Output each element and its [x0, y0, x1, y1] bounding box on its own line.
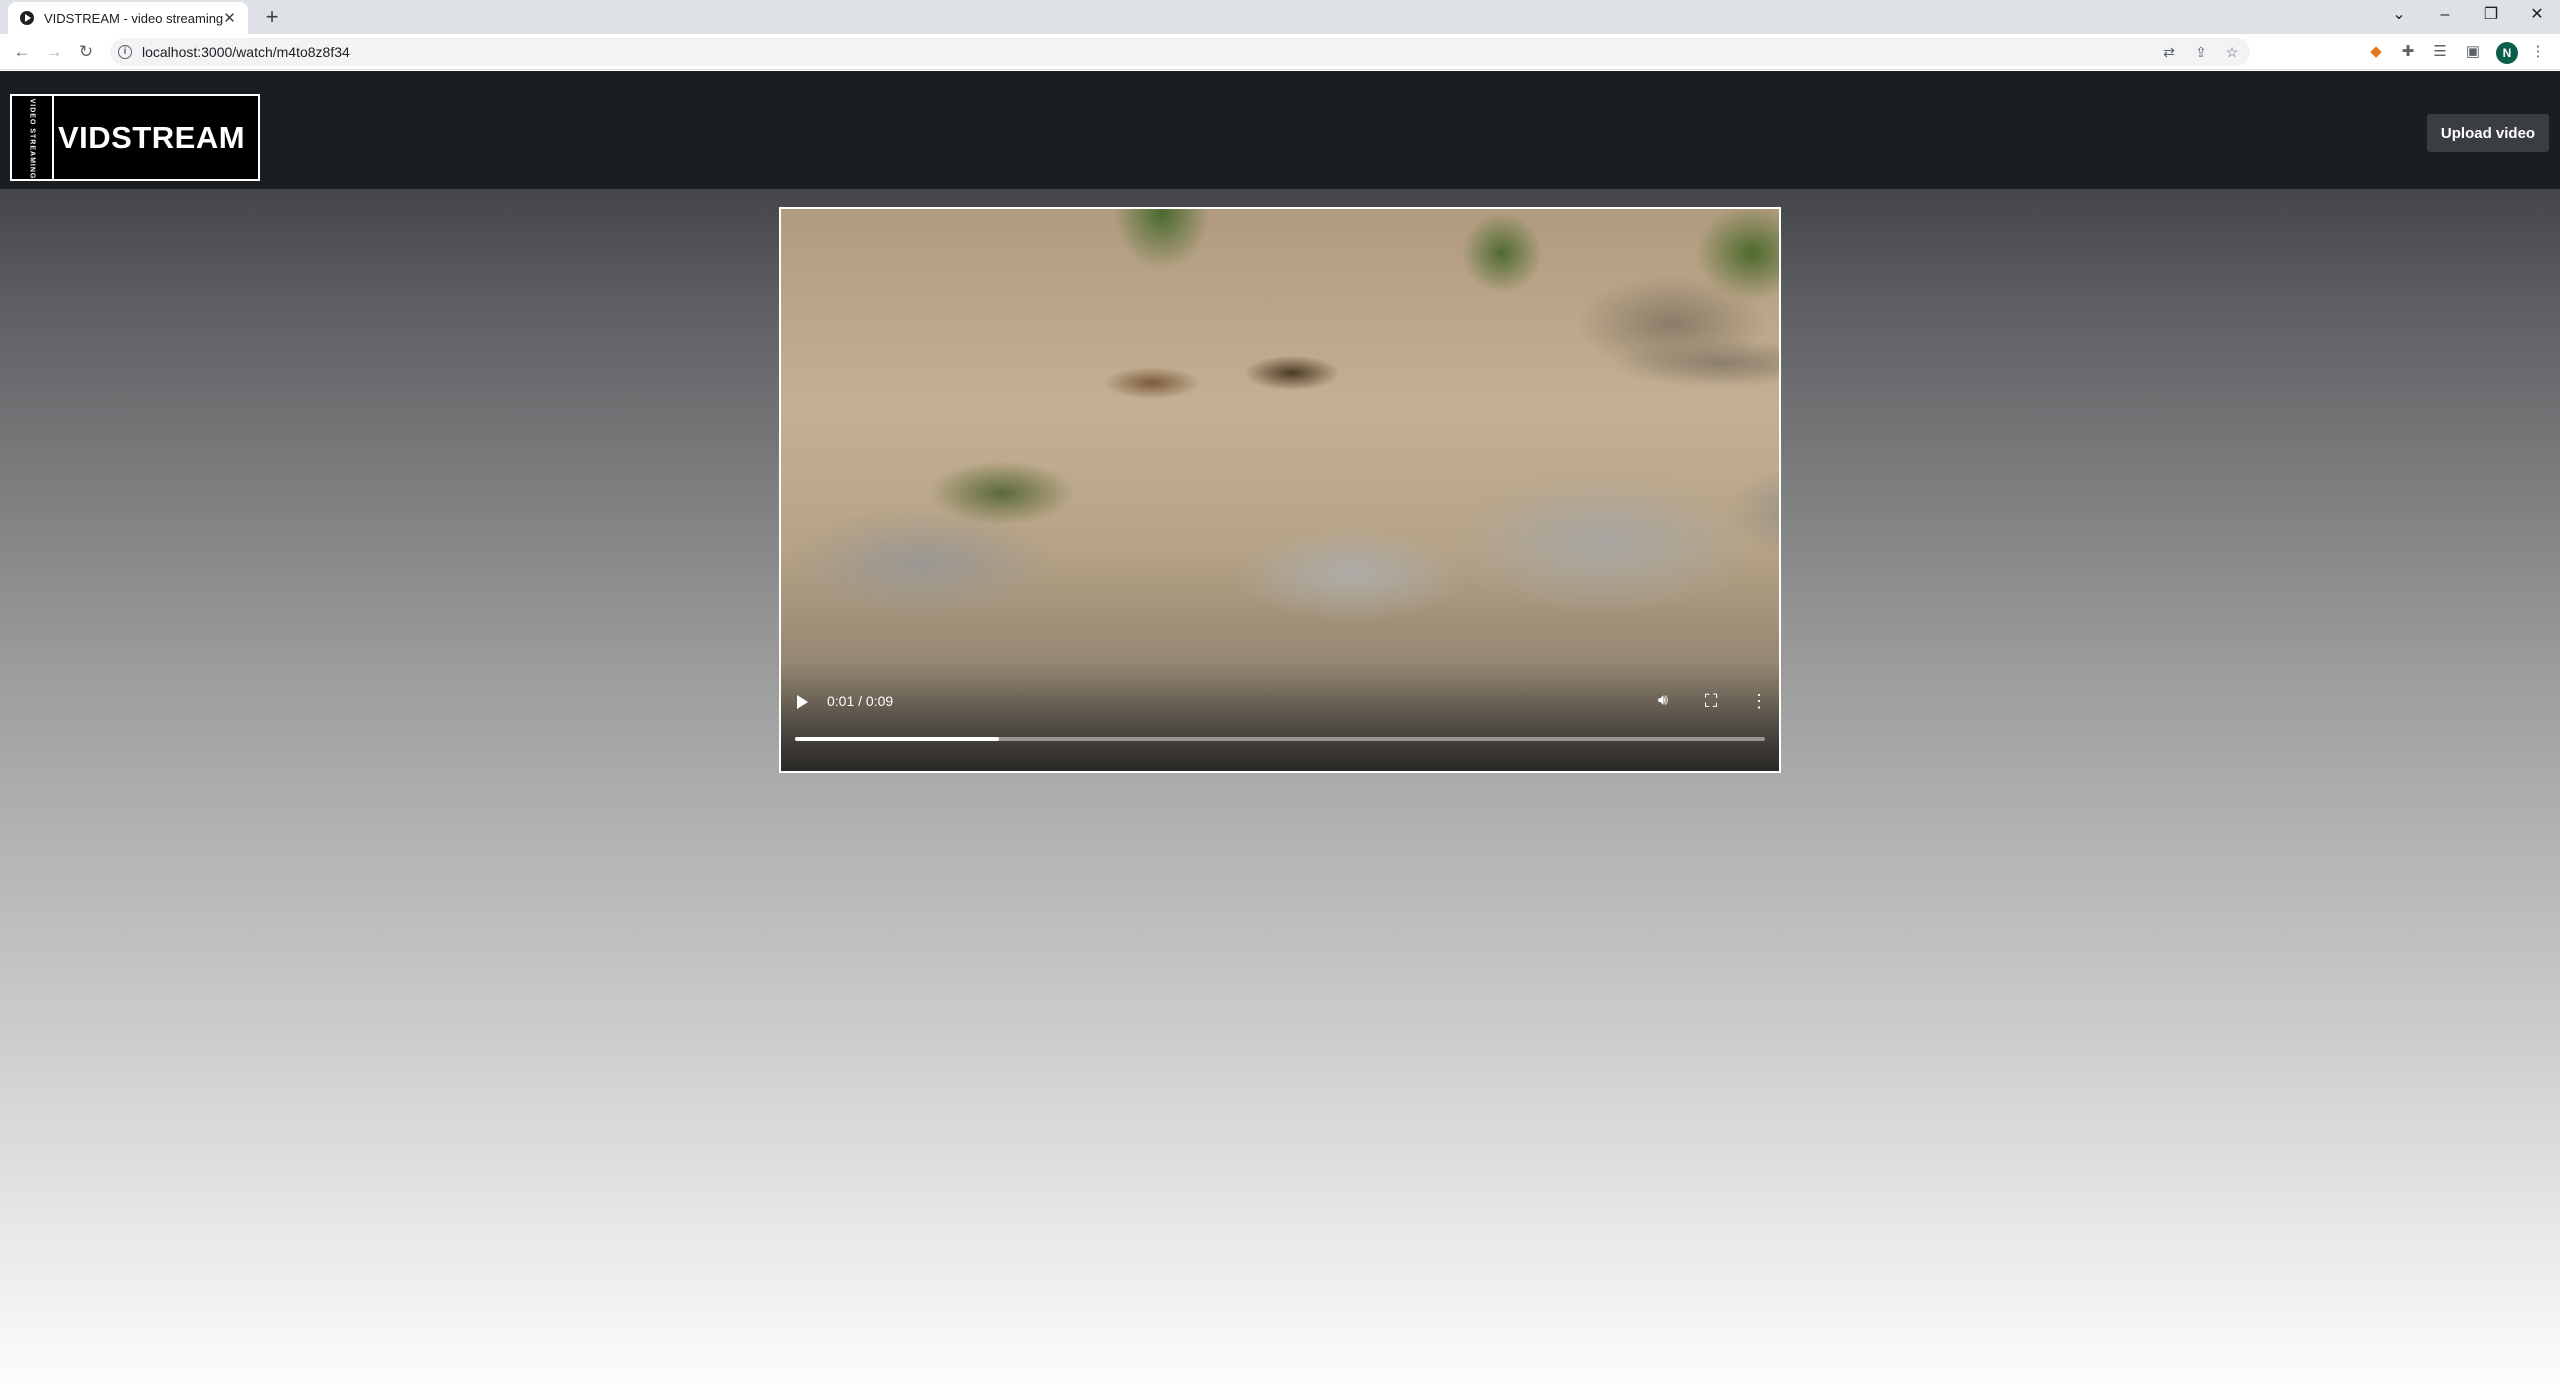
address-bar[interactable]: i localhost:3000/watch/m4to8z8f34 ⇄ ⇪ ☆	[110, 38, 2250, 66]
tab-search-icon[interactable]: ⌄	[2376, 0, 2422, 30]
vidstream-logo[interactable]: VIDEO STREAMING VIDSTREAM	[10, 94, 260, 181]
video-controls: 0:01 / 0:09 🔊︎ ⛶ ⋮	[781, 685, 1779, 717]
site-info-icon[interactable]: i	[118, 45, 132, 59]
url-text: localhost:3000/watch/m4to8z8f34	[142, 44, 350, 60]
metamask-extension-icon[interactable]: ◆	[2366, 42, 2386, 62]
progress-buffered	[795, 737, 999, 741]
side-panel-icon[interactable]: ▣	[2463, 42, 2483, 62]
browser-tab[interactable]: VIDSTREAM - video streaming ✕	[8, 2, 248, 34]
minimize-button[interactable]: –	[2422, 0, 2468, 30]
new-tab-button[interactable]: +	[258, 4, 286, 32]
back-button[interactable]: ←	[8, 38, 36, 66]
vidstream-favicon-icon	[20, 11, 34, 25]
app-header: VIDEO STREAMING VIDSTREAM Upload video	[0, 71, 2560, 189]
forward-button[interactable]: →	[40, 38, 68, 66]
share-icon[interactable]: ⇪	[2192, 43, 2210, 61]
video-player[interactable]: 0:01 / 0:09 🔊︎ ⛶ ⋮	[779, 207, 1781, 773]
volume-icon[interactable]: 🔊︎	[1651, 689, 1675, 713]
tab-title: VIDSTREAM - video streaming	[44, 10, 224, 26]
bookmark-star-icon[interactable]: ☆	[2223, 43, 2241, 61]
page-body: VIDEO STREAMING VIDSTREAM Upload video 0…	[0, 71, 2560, 1400]
translate-icon[interactable]: ⇄	[2160, 43, 2178, 61]
restore-button[interactable]: ❐	[2468, 0, 2514, 30]
reading-list-icon[interactable]: ☰	[2430, 42, 2450, 62]
reload-button[interactable]: ↻	[72, 38, 100, 66]
logo-divider	[52, 96, 54, 179]
video-progress-bar[interactable]	[795, 737, 1765, 741]
logo-wordmark: VIDSTREAM	[58, 120, 246, 155]
browser-menu-icon[interactable]: ⋮	[2528, 42, 2548, 62]
browser-toolbar: ← → ↻ i localhost:3000/watch/m4to8z8f34 …	[0, 34, 2560, 70]
profile-avatar[interactable]: N	[2496, 42, 2518, 64]
browser-tabstrip: VIDSTREAM - video streaming ✕ + ⌄ – ❐ ✕	[0, 0, 2560, 34]
play-icon[interactable]	[797, 695, 808, 709]
time-display: 0:01 / 0:09	[827, 693, 894, 709]
extensions-puzzle-icon[interactable]: ✚	[2398, 42, 2418, 62]
close-window-button[interactable]: ✕	[2514, 0, 2560, 30]
logo-side-text: VIDEO STREAMING	[28, 98, 36, 180]
more-options-icon[interactable]: ⋮	[1747, 689, 1771, 713]
fullscreen-icon[interactable]: ⛶	[1699, 689, 1723, 713]
upload-video-button[interactable]: Upload video	[2427, 114, 2549, 152]
close-tab-icon[interactable]: ✕	[223, 9, 236, 27]
